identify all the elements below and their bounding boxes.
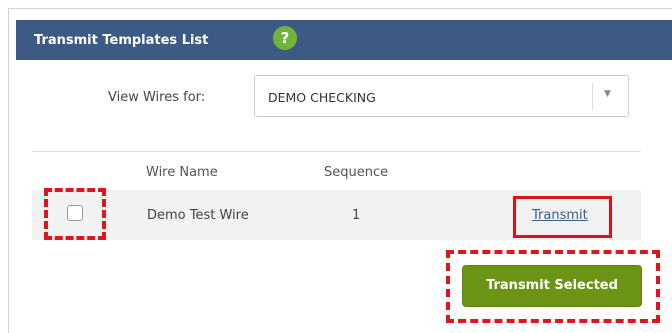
- select-divider: [592, 83, 593, 110]
- sequence-cell: 1: [352, 208, 361, 223]
- account-select[interactable]: DEMO CHECKING ▼: [254, 75, 629, 117]
- column-header-wire-name: Wire Name: [146, 165, 218, 180]
- column-header-sequence: Sequence: [324, 165, 389, 180]
- transmit-selected-highlight: [446, 250, 660, 323]
- panel-title: Transmit Templates List: [34, 33, 209, 48]
- caret-down-icon[interactable]: ▼: [604, 89, 611, 99]
- panel-header: Transmit Templates List ?: [16, 20, 672, 60]
- account-select-value: DEMO CHECKING: [268, 90, 376, 105]
- question-circle-icon[interactable]: ?: [273, 26, 297, 50]
- view-wires-label: View Wires for:: [108, 90, 206, 105]
- wire-name-cell: Demo Test Wire: [147, 208, 249, 223]
- checkbox-highlight: [44, 188, 106, 240]
- transmit-link-highlight: [513, 196, 612, 238]
- section-divider: [32, 151, 641, 152]
